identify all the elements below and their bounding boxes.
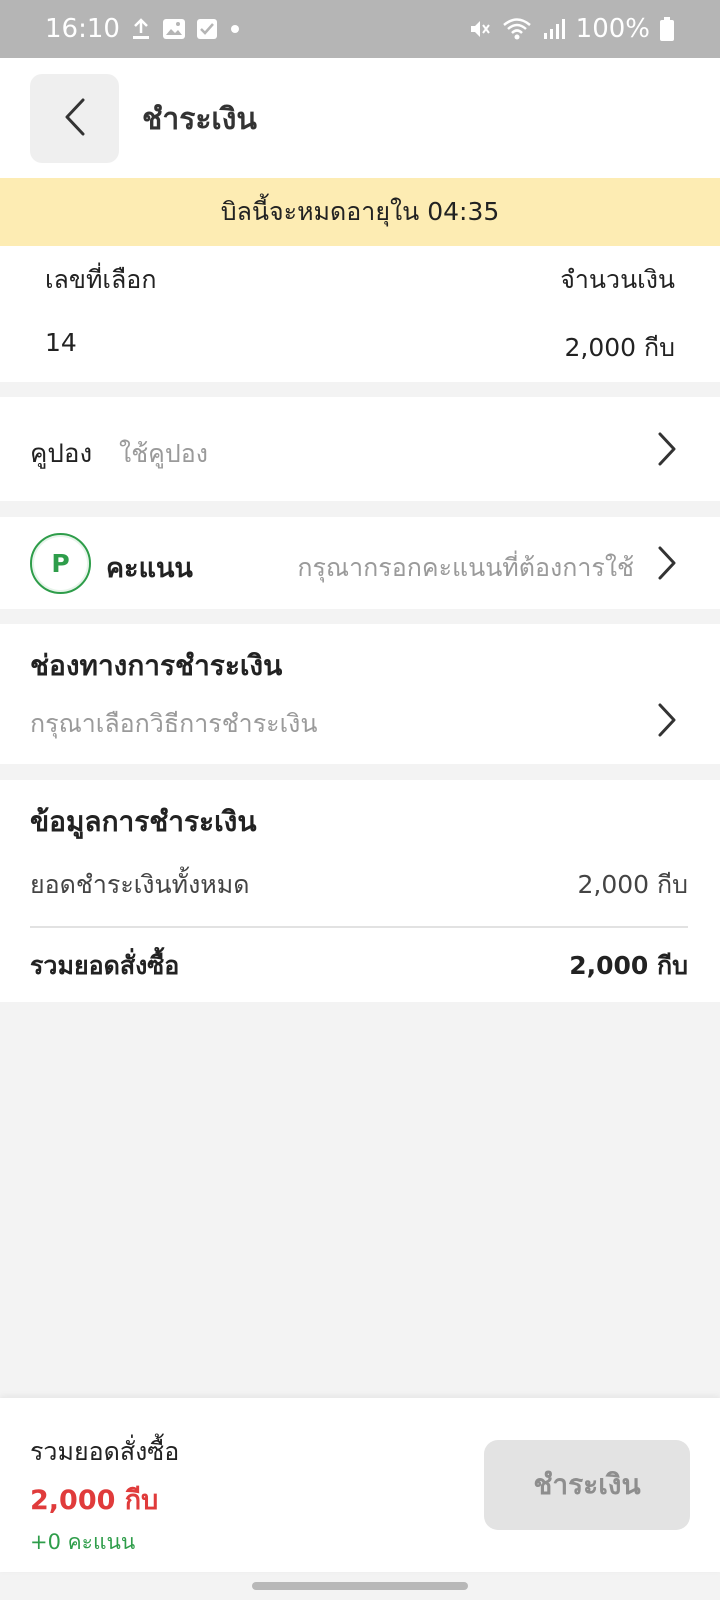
chevron-right-icon — [650, 545, 680, 581]
coupon-row[interactable]: คูปอง ใช้คูปอง — [0, 397, 720, 501]
payment-channel-title: ช่องทางการชำระเงิน — [30, 649, 283, 682]
ticket-amount: 2,000 กีบ — [564, 333, 675, 362]
app-header: ชำระเงิน — [0, 58, 720, 178]
subtotal-label: ยอดชำระเงินทั้งหมด — [30, 870, 250, 899]
signal-icon — [542, 18, 566, 40]
image-icon — [162, 18, 186, 40]
subtotal-value: 2,000 กีบ — [577, 870, 688, 899]
coupon-label: คูปอง — [30, 439, 93, 469]
checkout-bottom-bar: รวมยอดสั่งซื้อ 2,000 กีบ +0 คะแนน ชำระเง… — [0, 1398, 720, 1572]
ticket-number: 14 — [45, 328, 77, 357]
payment-info-title: ข้อมูลการชำระเงิน — [30, 805, 257, 838]
dot-icon — [228, 22, 242, 36]
payment-channel-hint: กรุณาเลือกวิธีการชำระเงิน — [30, 709, 318, 738]
points-badge-icon: P — [30, 533, 91, 594]
wifi-icon — [502, 17, 532, 41]
chevron-left-icon — [63, 97, 87, 141]
subtotal-row: ยอดชำระเงินทั้งหมด 2,000 กีบ — [30, 865, 688, 905]
status-time: 16:10 — [45, 14, 120, 44]
bottom-total-amount: 2,000 กีบ — [30, 1485, 159, 1516]
ticket-value-row: 14 2,000 กีบ — [45, 328, 675, 368]
page-title: ชำระเงิน — [142, 102, 257, 137]
points-label: คะแนน — [106, 553, 193, 584]
status-bar: 16:10 100% — [0, 0, 720, 58]
battery-icon — [660, 17, 674, 41]
points-hint: กรุณากรอกคะแนนที่ต้องการใช้ — [297, 553, 634, 582]
total-value: 2,000 กีบ — [569, 951, 688, 980]
summary-divider — [30, 926, 688, 928]
chevron-right-icon — [650, 431, 680, 467]
points-badge-letter: P — [51, 549, 70, 578]
points-earned: +0 คะแนน — [30, 1530, 136, 1554]
chevron-right-icon — [650, 702, 680, 738]
checkbox-icon — [196, 18, 218, 40]
upload-icon — [130, 17, 152, 41]
total-row: รวมยอดสั่งซื้อ 2,000 กีบ — [30, 946, 688, 986]
ticket-amount-header: จำนวนเงิน — [560, 265, 675, 294]
payment-channel-section[interactable]: ช่องทางการชำระเงิน กรุณาเลือกวิธีการชำระ… — [0, 624, 720, 764]
coupon-hint: ใช้คูปอง — [119, 439, 208, 468]
selected-ticket-card: เลขที่เลือก จำนวนเงิน 14 2,000 กีบ — [0, 246, 720, 382]
expiry-timer-banner: บิลนี้จะหมดอายุใน 04:35 — [0, 178, 720, 246]
expiry-timer-text: บิลนี้จะหมดอายุใน 04:35 — [220, 197, 500, 226]
points-row[interactable]: P คะแนน กรุณากรอกคะแนนที่ต้องการใช้ — [0, 517, 720, 609]
battery-percent: 100% — [575, 14, 650, 44]
back-button[interactable] — [30, 74, 119, 163]
mute-icon — [468, 17, 492, 41]
pay-button[interactable]: ชำระเงิน — [484, 1440, 690, 1530]
total-label: รวมยอดสั่งซื้อ — [30, 951, 180, 980]
ticket-header-row: เลขที่เลือก จำนวนเงิน — [45, 260, 675, 300]
ticket-number-header: เลขที่เลือก — [45, 265, 157, 294]
home-indicator[interactable] — [252, 1582, 468, 1590]
payment-info-section: ข้อมูลการชำระเงิน ยอดชำระเงินทั้งหมด 2,0… — [0, 780, 720, 1002]
status-bar-left: 16:10 — [45, 14, 242, 44]
status-bar-right: 100% — [468, 14, 674, 44]
bottom-total-label: รวมยอดสั่งซื้อ — [30, 1437, 180, 1466]
